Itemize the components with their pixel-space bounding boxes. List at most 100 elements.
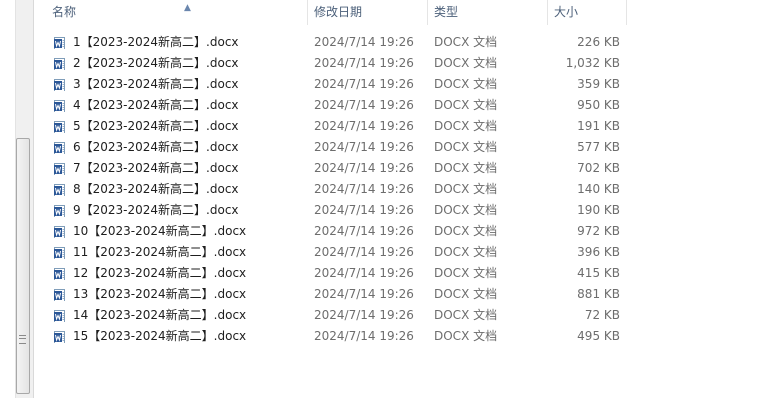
file-type: DOCX 文档	[434, 266, 498, 280]
file-name: 2【2023-2024新高二】.docx	[73, 56, 239, 70]
file-row[interactable]: 14【2023-2024新高二】.docx 2024/7/14 19:26 DOCX…	[34, 305, 769, 326]
column-header-size[interactable]: 大小	[548, 0, 627, 25]
file-name: 6【2023-2024新高二】.docx	[73, 140, 239, 154]
file-row[interactable]: 15【2023-2024新高二】.docx 2024/7/14 19:26 DOCX…	[34, 326, 769, 347]
file-name: 8【2023-2024新高二】.docx	[73, 182, 239, 196]
file-name: 4【2023-2024新高二】.docx	[73, 98, 239, 112]
file-row[interactable]: 3【2023-2024新高二】.docx 2024/7/14 19:26 DOCX …	[34, 74, 769, 95]
column-header-type-label: 类型	[434, 5, 459, 19]
file-name: 15【2023-2024新高二】.docx	[73, 329, 247, 343]
file-row[interactable]: 11【2023-2024新高二】.docx 2024/7/14 19:26 DOCX…	[34, 242, 769, 263]
file-modified-date: 2024/7/14 19:26	[314, 119, 414, 133]
file-row[interactable]: 9【2023-2024新高二】.docx 2024/7/14 19:26 DOCX …	[34, 200, 769, 221]
file-row[interactable]: 8【2023-2024新高二】.docx 2024/7/14 19:26 DOCX …	[34, 179, 769, 200]
file-type: DOCX 文档	[434, 245, 498, 259]
file-type: DOCX 文档	[434, 308, 498, 322]
file-type: DOCX 文档	[434, 203, 498, 217]
word-document-icon	[54, 330, 65, 343]
file-row[interactable]: 1【2023-2024新高二】.docx 2024/7/14 19:26 DOCX …	[34, 32, 769, 53]
file-size: 881 KB	[577, 287, 620, 301]
file-name: 3【2023-2024新高二】.docx	[73, 77, 239, 91]
file-modified-date: 2024/7/14 19:26	[314, 266, 414, 280]
word-document-icon	[54, 141, 65, 154]
column-header-name-label: 名称	[52, 5, 77, 19]
file-modified-date: 2024/7/14 19:26	[314, 245, 414, 259]
file-name: 1【2023-2024新高二】.docx	[73, 35, 239, 49]
file-modified-date: 2024/7/14 19:26	[314, 98, 414, 112]
file-modified-date: 2024/7/14 19:26	[314, 140, 414, 154]
scroll-thumb-grip-icon	[19, 335, 26, 344]
file-type: DOCX 文档	[434, 224, 498, 238]
file-row[interactable]: 4【2023-2024新高二】.docx 2024/7/14 19:26 DOCX …	[34, 95, 769, 116]
word-document-icon	[54, 183, 65, 196]
file-type: DOCX 文档	[434, 161, 498, 175]
file-type: DOCX 文档	[434, 287, 498, 301]
file-size: 72 KB	[584, 308, 620, 322]
file-size: 415 KB	[577, 266, 620, 280]
file-row[interactable]: 12【2023-2024新高二】.docx 2024/7/14 19:26 DOCX…	[34, 263, 769, 284]
file-size: 1,032 KB	[565, 56, 620, 70]
file-name: 9【2023-2024新高二】.docx	[73, 203, 239, 217]
file-modified-date: 2024/7/14 19:26	[314, 35, 414, 49]
file-modified-date: 2024/7/14 19:26	[314, 224, 414, 238]
word-document-icon	[54, 120, 65, 133]
word-document-icon	[54, 225, 65, 238]
file-row[interactable]: 5【2023-2024新高二】.docx 2024/7/14 19:26 DOCX …	[34, 116, 769, 137]
file-name: 10【2023-2024新高二】.docx	[73, 224, 247, 238]
file-modified-date: 2024/7/14 19:26	[314, 77, 414, 91]
file-row[interactable]: 10【2023-2024新高二】.docx 2024/7/14 19:26 DOCX…	[34, 221, 769, 242]
file-modified-date: 2024/7/14 19:26	[314, 56, 414, 70]
sort-ascending-icon: ▲	[184, 3, 191, 13]
file-size: 191 KB	[577, 119, 620, 133]
file-row[interactable]: 6【2023-2024新高二】.docx 2024/7/14 19:26 DOCX …	[34, 137, 769, 158]
file-name: 13【2023-2024新高二】.docx	[73, 287, 247, 301]
word-document-icon	[54, 267, 65, 280]
file-type: DOCX 文档	[434, 182, 498, 196]
file-type: DOCX 文档	[434, 77, 498, 91]
column-header-date[interactable]: 修改日期	[308, 0, 428, 25]
word-document-icon	[54, 36, 65, 49]
file-type: DOCX 文档	[434, 98, 498, 112]
file-modified-date: 2024/7/14 19:26	[314, 161, 414, 175]
file-modified-date: 2024/7/14 19:26	[314, 203, 414, 217]
word-document-icon	[54, 162, 65, 175]
file-size: 950 KB	[577, 98, 620, 112]
file-modified-date: 2024/7/14 19:26	[314, 308, 414, 322]
file-size: 190 KB	[577, 203, 620, 217]
column-header-name[interactable]: 名称 ▲	[46, 0, 308, 25]
file-size: 577 KB	[577, 140, 620, 154]
word-document-icon	[54, 78, 65, 91]
file-size: 972 KB	[577, 224, 620, 238]
file-name: 14【2023-2024新高二】.docx	[73, 308, 247, 322]
column-header-size-label: 大小	[554, 5, 579, 19]
file-size: 396 KB	[577, 245, 620, 259]
file-name: 11【2023-2024新高二】.docx	[73, 245, 247, 259]
file-type: DOCX 文档	[434, 119, 498, 133]
column-header: 名称 ▲ 修改日期 类型 大小	[34, 0, 769, 26]
word-document-icon	[54, 246, 65, 259]
file-row[interactable]: 13【2023-2024新高二】.docx 2024/7/14 19:26 DOCX…	[34, 284, 769, 305]
file-name: 5【2023-2024新高二】.docx	[73, 119, 239, 133]
file-explorer-window: 名称 ▲ 修改日期 类型 大小 1【2023-2024新高二】.docx 2024…	[0, 0, 769, 398]
word-document-icon	[54, 288, 65, 301]
file-list: 1【2023-2024新高二】.docx 2024/7/14 19:26 DOCX …	[34, 32, 769, 347]
word-document-icon	[54, 99, 65, 112]
file-size: 495 KB	[577, 329, 620, 343]
file-modified-date: 2024/7/14 19:26	[314, 287, 414, 301]
file-modified-date: 2024/7/14 19:26	[314, 182, 414, 196]
navigation-pane	[0, 0, 34, 398]
navigation-scroll-thumb[interactable]	[16, 138, 30, 394]
file-size: 226 KB	[577, 35, 620, 49]
column-header-type[interactable]: 类型	[428, 0, 548, 25]
file-name: 7【2023-2024新高二】.docx	[73, 161, 239, 175]
file-size: 140 KB	[577, 182, 620, 196]
file-size: 702 KB	[577, 161, 620, 175]
word-document-icon	[54, 309, 65, 322]
column-header-date-label: 修改日期	[314, 5, 363, 19]
file-modified-date: 2024/7/14 19:26	[314, 329, 414, 343]
file-row[interactable]: 2【2023-2024新高二】.docx 2024/7/14 19:26 DOCX …	[34, 53, 769, 74]
word-document-icon	[54, 57, 65, 70]
file-row[interactable]: 7【2023-2024新高二】.docx 2024/7/14 19:26 DOCX …	[34, 158, 769, 179]
file-type: DOCX 文档	[434, 56, 498, 70]
file-type: DOCX 文档	[434, 329, 498, 343]
